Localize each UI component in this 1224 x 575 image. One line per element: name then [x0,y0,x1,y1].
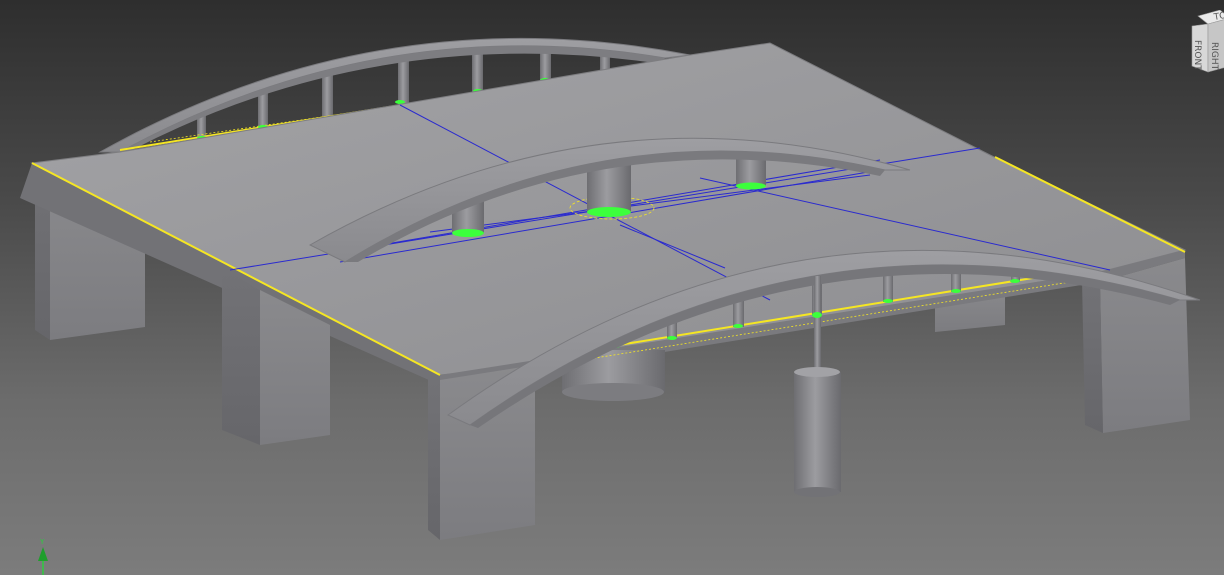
coordinate-triad-icon: Y [38,538,48,575]
coordinate-triad: Y [34,535,56,575]
view-cube-top-label: TOP [1212,10,1224,23]
view-cube-front-label: FRONT [1192,40,1202,71]
y-axis-arrow-icon [38,547,48,561]
bridge-3d-model[interactable] [0,0,1224,575]
view-cube-icon[interactable]: FRONT RIGHT TOP [1190,9,1224,74]
view-cube[interactable]: FRONT RIGHT TOP [1190,9,1224,74]
triad-y-label: Y [39,538,45,546]
view-cube-right-label: RIGHT [1209,42,1219,71]
graphics-viewport[interactable]: FRONT RIGHT TOP Y [0,0,1224,575]
